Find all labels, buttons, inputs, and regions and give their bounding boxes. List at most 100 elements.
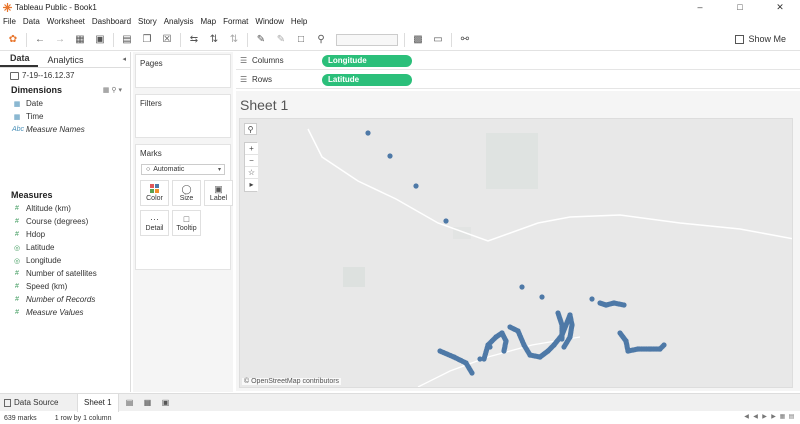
sheet-tab[interactable]: Sheet 1: [78, 393, 119, 412]
measure-field[interactable]: # Speed (km): [0, 280, 130, 293]
dimensions-tools[interactable]: ▦⚲▾: [103, 86, 124, 94]
clear-sheet-icon[interactable]: ☒: [160, 33, 174, 47]
menu-dashboard[interactable]: Dashboard: [92, 17, 131, 26]
pin-icon[interactable]: ☆: [245, 167, 258, 179]
measure-field[interactable]: # Hdop: [0, 228, 130, 241]
show-me-button[interactable]: Show Me: [735, 34, 786, 44]
track-point[interactable]: [539, 294, 545, 300]
track-point[interactable]: [561, 344, 567, 350]
track-point[interactable]: [477, 356, 483, 362]
filters-card[interactable]: Filters: [135, 94, 231, 138]
color-button[interactable]: Color: [140, 180, 169, 206]
map-view[interactable]: ⚲ + − ☆ ▸ © OpenStreetMap contributors: [239, 118, 793, 388]
measure-field[interactable]: # Course (degrees): [0, 215, 130, 228]
new-dashboard-icon[interactable]: ▦: [141, 396, 155, 410]
measure-field[interactable]: # Altitude (km): [0, 202, 130, 215]
next-sheet-icon[interactable]: ▶: [760, 413, 769, 420]
presentation-mode-icon[interactable]: ▭: [431, 33, 445, 47]
fix-axes-icon[interactable]: ⚲: [314, 33, 328, 47]
track-point[interactable]: [365, 130, 371, 136]
size-button[interactable]: ◯ Size: [172, 180, 201, 206]
measure-field[interactable]: ◎ Latitude: [0, 241, 130, 254]
show-cards-icon[interactable]: ▩: [411, 33, 425, 47]
highlight-icon[interactable]: ✎: [254, 33, 268, 47]
menu-help[interactable]: Help: [291, 17, 307, 26]
track-point[interactable]: [487, 344, 493, 350]
rows-icon: ☰: [240, 75, 248, 84]
menu-window[interactable]: Window: [255, 17, 283, 26]
tab-data[interactable]: Data: [0, 53, 38, 67]
label-button[interactable]: ▣ Label: [204, 180, 233, 206]
longitude-pill[interactable]: Longitude: [322, 54, 412, 67]
track-point[interactable]: [621, 302, 627, 308]
sort-descending-icon[interactable]: ⇅: [227, 33, 241, 47]
measure-field-label: Course (degrees): [26, 217, 89, 226]
zoom-in-icon[interactable]: +: [245, 143, 258, 155]
grid-view-icon[interactable]: ▦: [778, 413, 787, 420]
datasource-item[interactable]: 7-19--16.12.37: [0, 68, 130, 83]
expand-toolbar-icon[interactable]: ▸: [245, 179, 258, 191]
menu-story[interactable]: Story: [138, 17, 157, 26]
menu-format[interactable]: Format: [223, 17, 248, 26]
save-icon[interactable]: ▦: [73, 33, 87, 47]
dimension-field[interactable]: Abc Measure Names: [0, 123, 130, 136]
rows-shelf[interactable]: ☰ Rows Latitude: [236, 71, 800, 89]
group-members-icon[interactable]: ✎: [274, 33, 288, 47]
track-point[interactable]: [413, 183, 419, 189]
dimension-field[interactable]: ▦ Date: [0, 97, 130, 110]
track-point[interactable]: [469, 370, 475, 376]
measure-field[interactable]: ◎ Longitude: [0, 254, 130, 267]
maximize-button[interactable]: □: [720, 0, 760, 14]
tableau-home-icon[interactable]: ✿: [6, 33, 20, 47]
new-story-icon[interactable]: ▣: [159, 396, 173, 410]
columns-shelf[interactable]: ☰ Columns Longitude: [236, 52, 800, 70]
menu-file[interactable]: File: [3, 17, 16, 26]
menu-data[interactable]: Data: [23, 17, 40, 26]
track-point[interactable]: [661, 342, 667, 348]
track-point[interactable]: [443, 218, 449, 224]
map-search-icon[interactable]: ⚲: [244, 123, 257, 135]
menu-analysis[interactable]: Analysis: [164, 17, 194, 26]
undo-icon[interactable]: ←: [33, 33, 47, 47]
track-point[interactable]: [387, 153, 393, 159]
minimize-button[interactable]: –: [680, 0, 720, 14]
share-icon[interactable]: ⚯: [458, 33, 472, 47]
measure-field[interactable]: # Measure Values: [0, 306, 130, 319]
tab-analytics[interactable]: Analytics: [38, 55, 92, 67]
dimension-field[interactable]: ▦ Time: [0, 110, 130, 123]
measure-field[interactable]: # Number of Records: [0, 293, 130, 306]
prev-sheet-icon[interactable]: ◀: [751, 413, 760, 420]
menu-map[interactable]: Map: [201, 17, 217, 26]
sheet-title[interactable]: Sheet 1: [240, 97, 288, 113]
duplicate-sheet-icon[interactable]: ❐: [140, 33, 154, 47]
detail-button[interactable]: ⋯ Detail: [140, 210, 169, 236]
menu-worksheet[interactable]: Worksheet: [47, 17, 85, 26]
mark-type-dropdown[interactable]: ○ Automatic ▾: [141, 164, 225, 175]
datasource-name: 7-19--16.12.37: [22, 71, 75, 80]
last-sheet-icon[interactable]: ▶: [769, 413, 778, 420]
view-pane: Sheet 1 ⚲ + − ☆ ▸ © OpenStreetMap contri…: [236, 91, 800, 391]
fit-dropdown[interactable]: [336, 33, 398, 46]
sort-ascending-icon[interactable]: ⇅: [207, 33, 221, 47]
new-data-source-icon[interactable]: ▣: [93, 33, 107, 47]
zoom-out-icon[interactable]: −: [245, 155, 258, 167]
swap-rows-columns-icon[interactable]: ⇆: [187, 33, 201, 47]
redo-icon[interactable]: →: [53, 33, 67, 47]
filmstrip-view-icon[interactable]: ▤: [787, 413, 796, 420]
track-point[interactable]: [501, 348, 507, 354]
map-attribution[interactable]: © OpenStreetMap contributors: [242, 378, 342, 385]
first-sheet-icon[interactable]: ◀: [742, 413, 751, 420]
track-point[interactable]: [589, 296, 595, 302]
track-point[interactable]: [559, 336, 565, 342]
measure-field[interactable]: # Number of satellites: [0, 267, 130, 280]
pages-card[interactable]: Pages: [135, 54, 231, 88]
collapse-pane-icon[interactable]: ◂: [122, 55, 126, 63]
data-source-tab[interactable]: Data Source: [0, 393, 78, 412]
new-worksheet-icon[interactable]: ▤: [123, 396, 137, 410]
track-point[interactable]: [519, 284, 525, 290]
show-labels-icon[interactable]: □: [294, 33, 308, 47]
tooltip-button[interactable]: □ Tooltip: [172, 210, 201, 236]
new-worksheet-icon[interactable]: ▤: [120, 33, 134, 47]
latitude-pill[interactable]: Latitude: [322, 73, 412, 86]
close-button[interactable]: ✕: [760, 0, 800, 14]
